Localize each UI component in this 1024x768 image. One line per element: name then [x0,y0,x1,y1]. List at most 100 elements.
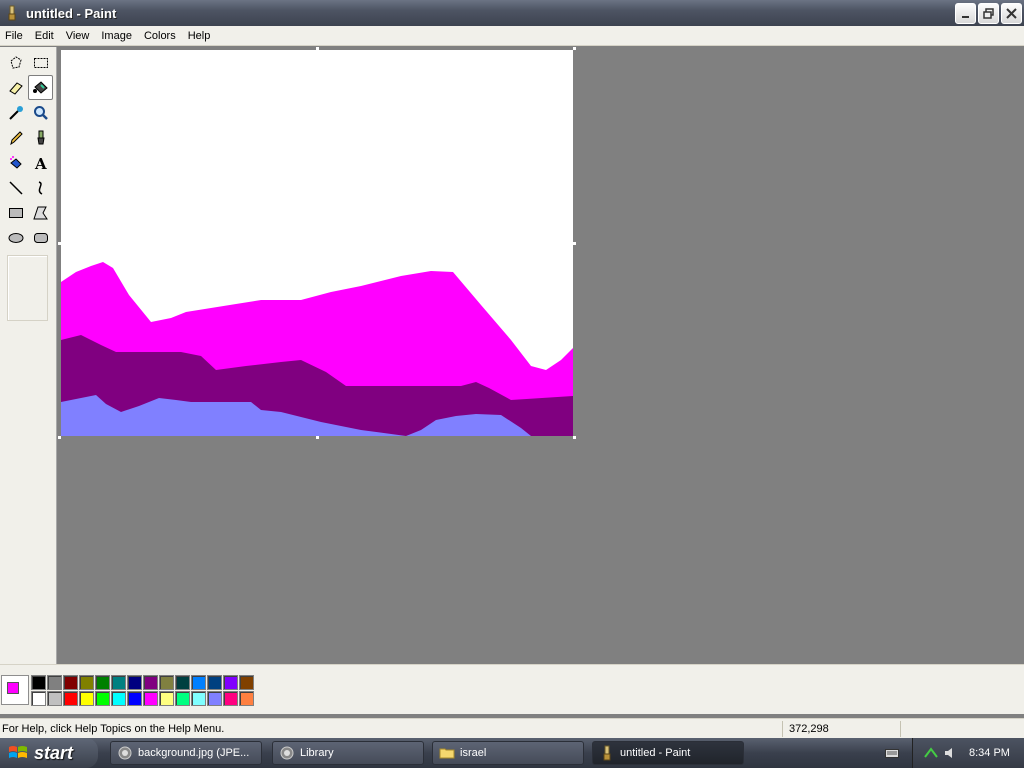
rounded-rect-icon [33,232,48,243]
resize-handle-top-right [573,47,576,50]
taskbar-item-background[interactable]: background.jpg (JPE... [110,741,262,765]
image-viewer-icon [118,746,132,760]
menu-edit[interactable]: Edit [30,30,61,42]
palette-swatch[interactable] [159,675,174,690]
tool-options-box[interactable] [7,255,48,321]
palette-swatch[interactable] [111,675,126,690]
airbrush-tool[interactable] [3,150,28,175]
curve-tool[interactable] [28,175,53,200]
pencil-tool[interactable] [3,125,28,150]
taskbar-item-israel[interactable]: israel [432,741,584,765]
ellipse-icon [8,232,23,243]
palette-swatch[interactable] [63,675,78,690]
brush-icon [36,130,45,144]
palette-swatch[interactable] [47,691,62,706]
palette-swatch[interactable] [223,675,238,690]
rectangle-icon [8,207,23,218]
color-picker-icon [8,105,23,120]
fill-bucket-tool[interactable] [28,75,53,100]
resize-handle-bottom[interactable] [316,436,319,439]
palette-swatch[interactable] [223,691,238,706]
line-tool[interactable] [3,175,28,200]
taskbar-item-paint[interactable]: untitled - Paint [592,741,744,765]
taskbar-item-label: background.jpg (JPE... [138,747,250,759]
speaker-icon[interactable] [943,745,959,761]
keyboard-icon[interactable] [885,746,899,760]
free-form-select-tool[interactable] [3,50,28,75]
system-tray: 8:34 PM [912,738,1024,768]
folder-icon [439,748,455,759]
palette-swatch[interactable] [127,691,142,706]
restore-icon [983,8,994,19]
palette-swatch[interactable] [191,675,206,690]
tool-box: A [0,47,57,664]
resize-handle-right[interactable] [573,242,576,245]
start-button[interactable]: start [0,738,98,768]
palette-swatch[interactable] [31,675,46,690]
resize-handle-corner[interactable] [573,436,576,439]
palette-swatch[interactable] [239,675,254,690]
color-picker-tool[interactable] [3,100,28,125]
drawing-canvas[interactable] [61,50,573,436]
clock[interactable]: 8:34 PM [969,747,1010,759]
palette-swatch[interactable] [159,691,174,706]
palette-swatch[interactable] [79,675,94,690]
menu-file[interactable]: File [0,30,30,42]
brush-tool[interactable] [28,125,53,150]
palette-swatch[interactable] [175,675,190,690]
eraser-tool[interactable] [3,75,28,100]
palette-swatch[interactable] [175,691,190,706]
color-palette [31,675,255,707]
palette-swatch[interactable] [207,691,222,706]
palette-swatch[interactable] [95,675,110,690]
resize-handle-top [316,47,319,50]
palette-swatch[interactable] [79,691,94,706]
palette-swatch[interactable] [111,691,126,706]
taskbar-item-label: untitled - Paint [620,747,691,759]
menu-view[interactable]: View [61,30,97,42]
minimize-icon [961,15,969,18]
current-colors[interactable] [1,675,29,705]
magnifier-tool[interactable] [28,100,53,125]
palette-swatch[interactable] [239,691,254,706]
palette-swatch[interactable] [143,675,158,690]
paint-app-icon [603,745,611,761]
menu-help[interactable]: Help [183,30,218,42]
fill-bucket-icon [32,80,48,94]
rect-select-tool[interactable] [28,50,53,75]
resize-handle-left [58,242,61,245]
close-button[interactable] [1001,3,1022,24]
menu-colors[interactable]: Colors [139,30,183,42]
network-icon[interactable] [923,745,939,761]
svg-text:A: A [34,155,47,171]
foreground-color[interactable] [7,682,19,694]
palette-swatch[interactable] [207,675,222,690]
rectangle-tool[interactable] [3,200,28,225]
title-bar: untitled - Paint [0,0,1024,26]
resize-handle-bottom-left [58,436,61,439]
taskbar-item-label: Library [300,747,334,759]
restore-button[interactable] [978,3,999,24]
palette-swatch[interactable] [31,691,46,706]
menu-image[interactable]: Image [96,30,139,42]
text-icon: A [34,155,47,171]
polygon-icon [32,206,48,219]
palette-swatch[interactable] [191,691,206,706]
color-box [0,664,1024,714]
palette-swatch[interactable] [47,675,62,690]
polygon-tool[interactable] [28,200,53,225]
palette-swatch[interactable] [63,691,78,706]
palette-swatch[interactable] [127,675,142,690]
palette-swatch[interactable] [143,691,158,706]
rounded-rect-tool[interactable] [28,225,53,250]
minimize-button[interactable] [955,3,976,24]
free-form-select-icon [9,55,22,69]
palette-swatch[interactable] [95,691,110,706]
taskbar-item-label: israel [460,747,487,759]
windows-flag-icon [9,746,27,758]
taskbar-item-library[interactable]: Library [272,741,424,765]
curve-icon [38,180,42,195]
ellipse-tool[interactable] [3,225,28,250]
rect-select-icon [33,57,48,68]
text-tool[interactable]: A [28,150,53,175]
